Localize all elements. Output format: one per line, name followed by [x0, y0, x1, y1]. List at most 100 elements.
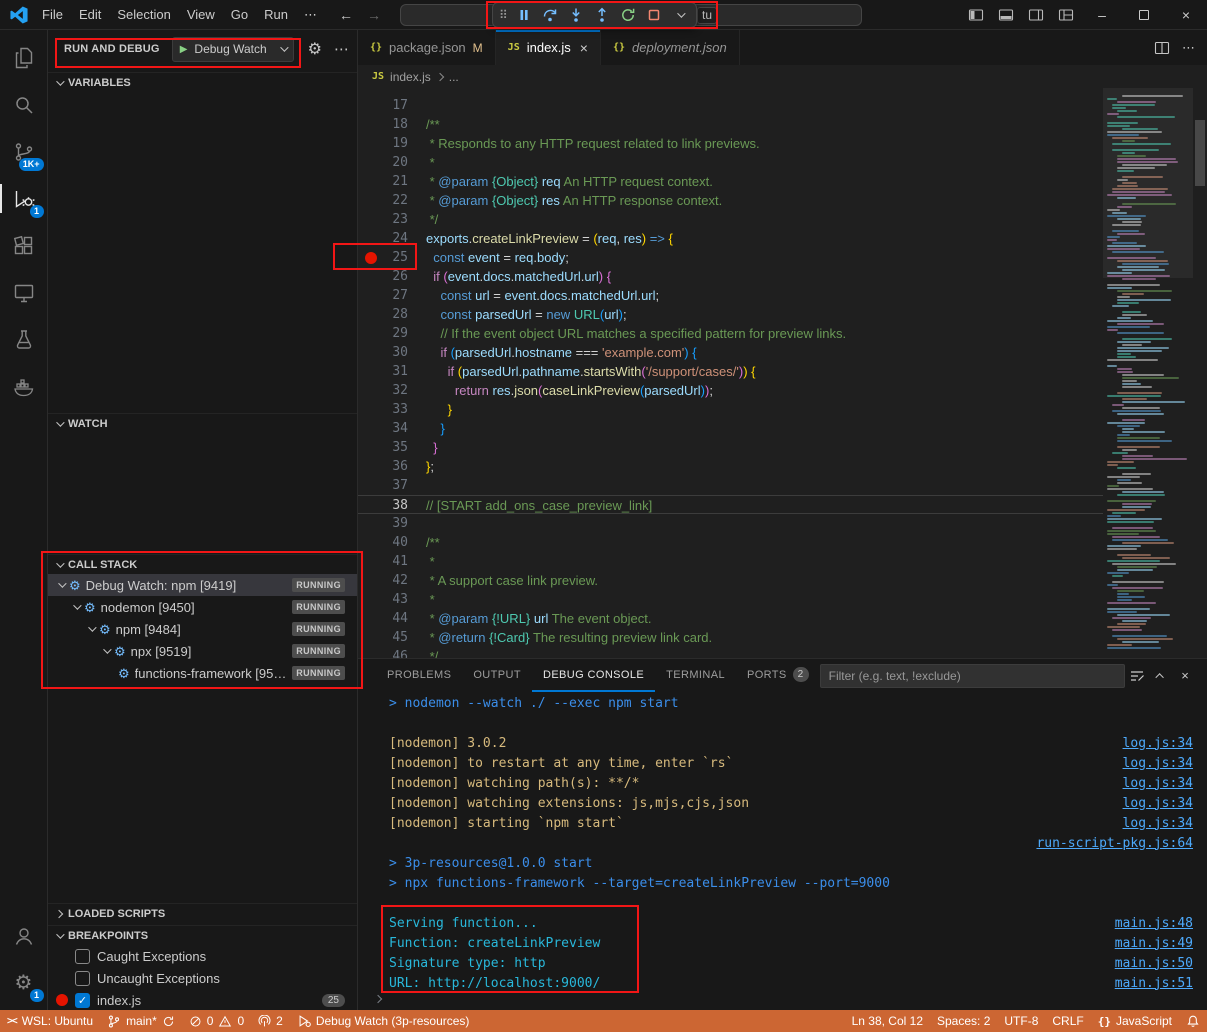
- section-loaded-scripts[interactable]: LOADED SCRIPTS: [48, 903, 357, 923]
- split-editor-icon[interactable]: [1154, 40, 1170, 56]
- code-line-32[interactable]: 32 return res.json(caseLinkPreview(parse…: [358, 381, 1103, 400]
- call-stack-row[interactable]: ⚙npm [9484]RUNNING: [48, 618, 357, 640]
- code-line-44[interactable]: 44 * @param {!URL} url The event object.: [358, 609, 1103, 628]
- line-number[interactable]: 39: [358, 514, 408, 533]
- call-stack-row[interactable]: ⚙npx [9519]RUNNING: [48, 640, 357, 662]
- activity-accounts[interactable]: [0, 912, 48, 959]
- code-line-40[interactable]: 40/**: [358, 533, 1103, 552]
- code-line-17[interactable]: 17: [358, 96, 1103, 115]
- drag-handle-icon[interactable]: ⠿: [496, 8, 511, 22]
- code-line-35[interactable]: 35 }: [358, 438, 1103, 457]
- line-number[interactable]: 22: [358, 191, 408, 210]
- panel-tab-ports[interactable]: PORTS2: [736, 659, 820, 692]
- code-line-37[interactable]: 37: [358, 476, 1103, 495]
- activity-docker[interactable]: [0, 363, 48, 410]
- call-stack-row[interactable]: ⚙functions-framework [954...RUNNING: [48, 662, 357, 684]
- breakpoint-checkbox[interactable]: ✓: [75, 993, 90, 1008]
- code-line-22[interactable]: 22 * @param {Object} res An HTTP respons…: [358, 191, 1103, 210]
- status-ports[interactable]: 2: [251, 1010, 290, 1032]
- section-breakpoints[interactable]: BREAKPOINTS: [48, 925, 357, 945]
- console-input-prompt[interactable]: [375, 990, 381, 1005]
- maximize-icon[interactable]: [1123, 0, 1165, 30]
- console-source-link[interactable]: log.js:34: [1123, 756, 1193, 771]
- minimap[interactable]: [1103, 88, 1193, 658]
- code-line-30[interactable]: 30 if (parsedUrl.hostname === 'example.c…: [358, 343, 1103, 362]
- restart-button[interactable]: [616, 4, 641, 26]
- tab-deployment-json[interactable]: {} deployment.json: [601, 30, 740, 65]
- line-number[interactable]: 32: [358, 381, 408, 400]
- code-line-38[interactable]: 38// [START add_ons_case_preview_link]: [358, 495, 1103, 514]
- line-number[interactable]: 46: [358, 647, 408, 658]
- console-filter-input[interactable]: [820, 664, 1125, 688]
- maximize-panel-icon[interactable]: [1149, 673, 1173, 679]
- panel-tab-debug-console[interactable]: DEBUG CONSOLE: [532, 659, 655, 692]
- section-watch[interactable]: WATCH: [48, 413, 357, 433]
- configure-gear-icon[interactable]: ⚙: [308, 39, 322, 59]
- close-tab-icon[interactable]: ×: [580, 40, 588, 56]
- code-line-23[interactable]: 23 */: [358, 210, 1103, 229]
- status-encoding[interactable]: UTF-8: [997, 1010, 1045, 1032]
- line-number[interactable]: 42: [358, 571, 408, 590]
- section-variables[interactable]: VARIABLES: [48, 72, 357, 92]
- close-panel-icon[interactable]: ×: [1173, 668, 1197, 683]
- line-number[interactable]: 29: [358, 324, 408, 343]
- code-line-43[interactable]: 43 *: [358, 590, 1103, 609]
- section-call-stack[interactable]: CALL STACK: [48, 554, 357, 574]
- code-editor[interactable]: 1718/**19 * Responds to any HTTP request…: [358, 88, 1207, 658]
- tab-index-js[interactable]: JS index.js ×: [496, 30, 601, 65]
- customize-layout-icon[interactable]: [1051, 0, 1081, 30]
- code-line-25[interactable]: 25 const event = req.body;: [358, 248, 1103, 267]
- back-icon[interactable]: ←: [339, 7, 353, 23]
- status-problems[interactable]: 0 0: [182, 1010, 251, 1032]
- editor-scrollbar[interactable]: [1193, 88, 1207, 658]
- call-stack-row[interactable]: ⚙Debug Watch: npm [9419]RUNNING: [48, 574, 357, 596]
- line-number[interactable]: 28: [358, 305, 408, 324]
- code-line-19[interactable]: 19 * Responds to any HTTP request relate…: [358, 134, 1103, 153]
- line-number[interactable]: 45: [358, 628, 408, 647]
- line-number[interactable]: 34: [358, 419, 408, 438]
- console-source-link[interactable]: log.js:34: [1123, 796, 1193, 811]
- menu-edit[interactable]: Edit: [71, 5, 109, 24]
- activity-remote-explorer[interactable]: [0, 269, 48, 316]
- minimize-icon[interactable]: –: [1081, 0, 1123, 30]
- activity-source-control[interactable]: 1K+: [0, 128, 48, 175]
- panel-tab-terminal[interactable]: TERMINAL: [655, 659, 736, 692]
- toggle-secondary-sidebar-icon[interactable]: [1021, 0, 1051, 30]
- activity-search[interactable]: [0, 81, 48, 128]
- line-number[interactable]: 18: [358, 115, 408, 134]
- console-source-link[interactable]: log.js:34: [1123, 736, 1193, 751]
- line-number[interactable]: 33: [358, 400, 408, 419]
- call-stack-row[interactable]: ⚙nodemon [9450]RUNNING: [48, 596, 357, 618]
- step-into-button[interactable]: [564, 4, 589, 26]
- code-line-41[interactable]: 41 *: [358, 552, 1103, 571]
- menu-go[interactable]: Go: [223, 5, 256, 24]
- breadcrumb[interactable]: JS index.js ...: [358, 65, 1207, 88]
- activity-extensions[interactable]: [0, 222, 48, 269]
- menu-selection[interactable]: Selection: [109, 5, 178, 24]
- menu-more[interactable]: ⋯: [296, 5, 325, 25]
- line-number[interactable]: 20: [358, 153, 408, 172]
- line-number[interactable]: 44: [358, 609, 408, 628]
- forward-icon[interactable]: →: [367, 7, 381, 23]
- code-line-34[interactable]: 34 }: [358, 419, 1103, 438]
- line-number[interactable]: 35: [358, 438, 408, 457]
- sidebar-more-icon[interactable]: ⋯: [334, 40, 349, 58]
- activity-explorer[interactable]: [0, 34, 48, 81]
- line-number[interactable]: 37: [358, 476, 408, 495]
- line-number[interactable]: 41: [358, 552, 408, 571]
- toggle-sidebar-icon[interactable]: [961, 0, 991, 30]
- console-source-link[interactable]: log.js:34: [1123, 776, 1193, 791]
- scrollbar-thumb[interactable]: [1195, 120, 1205, 186]
- code-line-42[interactable]: 42 * A support case link preview.: [358, 571, 1103, 590]
- breakpoint-row[interactable]: Caught Exceptions: [48, 945, 357, 967]
- status-debug-session[interactable]: Debug Watch (3p-resources): [290, 1010, 477, 1032]
- line-number[interactable]: 24: [358, 229, 408, 248]
- menu-run[interactable]: Run: [256, 5, 296, 24]
- line-number[interactable]: 40: [358, 533, 408, 552]
- panel-tab-problems[interactable]: PROBLEMS: [376, 659, 462, 692]
- menu-file[interactable]: File: [34, 5, 71, 24]
- status-branch[interactable]: main*: [100, 1010, 182, 1032]
- status-indentation[interactable]: Spaces: 2: [930, 1010, 997, 1032]
- code-line-26[interactable]: 26 if (event.docs.matchedUrl.url) {: [358, 267, 1103, 286]
- line-number[interactable]: 30: [358, 343, 408, 362]
